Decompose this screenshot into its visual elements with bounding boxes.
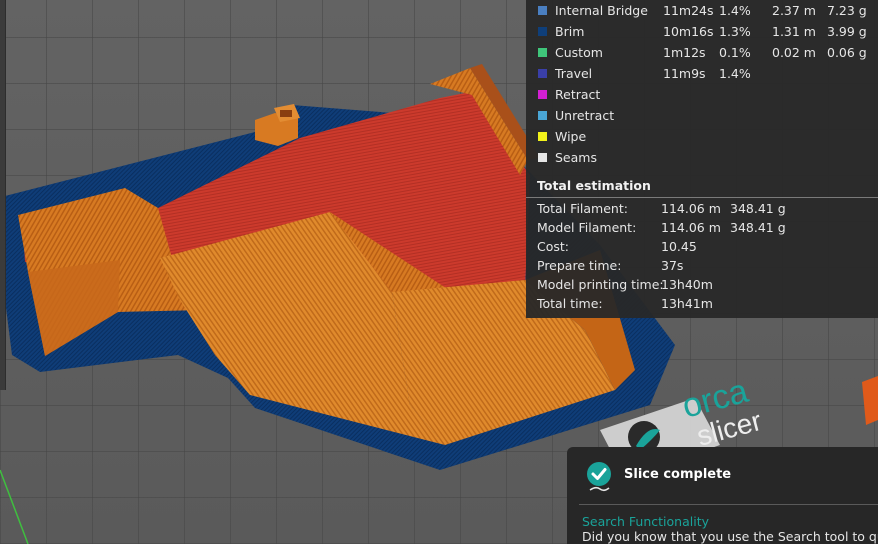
legend-name: Custom: [555, 45, 603, 60]
legend-time: 11m24s: [663, 3, 714, 18]
total-label: Prepare time:: [537, 258, 622, 273]
legend-swatch: [538, 132, 547, 141]
legend-length: 0.02 m: [772, 45, 816, 60]
bed-edge-line: [0, 469, 29, 544]
legend-row: Travel 11m9s 1.4%: [526, 63, 878, 84]
legend-swatch: [538, 27, 547, 36]
total-label: Model Filament:: [537, 220, 637, 235]
divider: [579, 504, 878, 505]
total-label: Cost:: [537, 239, 570, 254]
total-row: Model printing time: 13h40m: [526, 277, 878, 296]
slice-statistics-panel: Internal Bridge 11m24s 1.4% 2.37 m 7.23 g Bri…: [526, 0, 878, 318]
legend-swatch: [538, 90, 547, 99]
slice-complete-notification: Slice complete Search Functionality Did …: [567, 447, 878, 544]
total-estimation-title: Total estimation: [537, 178, 651, 193]
total-label: Model printing time:: [537, 277, 664, 292]
legend-percent: 1.4%: [719, 3, 751, 18]
divider: [526, 197, 878, 198]
total-value: 37s: [661, 258, 684, 273]
legend-row: Wipe: [526, 126, 878, 147]
legend-name: Brim: [555, 24, 585, 39]
total-label: Total time:: [537, 296, 603, 311]
total-value: 114.06 m: [661, 220, 721, 235]
legend-row: Internal Bridge 11m24s 1.4% 2.37 m 7.23 g: [526, 0, 878, 21]
legend-name: Travel: [555, 66, 593, 81]
total-row: Total Filament: 114.06 m 348.41 g: [526, 201, 878, 220]
total-value: 114.06 m: [661, 201, 721, 216]
legend-swatch: [538, 6, 547, 15]
total-row: Total time: 13h41m: [526, 296, 878, 315]
total-label: Total Filament:: [537, 201, 628, 216]
legend-weight: 0.06 g: [827, 45, 867, 60]
total-value: 13h40m: [661, 277, 713, 292]
legend-swatch: [538, 111, 547, 120]
legend-row: Custom 1m12s 0.1% 0.02 m 0.06 g: [526, 42, 878, 63]
total-row: Prepare time: 37s: [526, 258, 878, 277]
total-row: Model Filament: 114.06 m 348.41 g: [526, 220, 878, 239]
total-value: 13h41m: [661, 296, 713, 311]
legend-name: Wipe: [555, 129, 587, 144]
legend-row: Unretract: [526, 105, 878, 126]
legend-swatch: [538, 48, 547, 57]
legend-row: Retract: [526, 84, 878, 105]
legend-row: Brim 10m16s 1.3% 1.31 m 3.99 g: [526, 21, 878, 42]
legend-time: 11m9s: [663, 66, 706, 81]
legend-weight: 7.23 g: [827, 3, 867, 18]
legend-length: 2.37 m: [772, 3, 816, 18]
legend-percent: 0.1%: [719, 45, 751, 60]
chimney: [255, 104, 300, 146]
legend-name: Seams: [555, 150, 597, 165]
legend-name: Retract: [555, 87, 601, 102]
legend-time: 1m12s: [663, 45, 706, 60]
legend-name: Internal Bridge: [555, 3, 648, 18]
total-row: Cost: 10.45: [526, 239, 878, 258]
legend-name: Unretract: [555, 108, 615, 123]
legend-percent: 1.3%: [719, 24, 751, 39]
hint-text: Did you know that you use the Search too…: [582, 529, 878, 544]
plate-logo-fragment: [862, 376, 878, 425]
check-circle-icon: [587, 462, 611, 492]
legend-row: Seams: [526, 147, 878, 168]
legend-time: 10m16s: [663, 24, 714, 39]
total-value: 10.45: [661, 239, 697, 254]
legend-length: 1.31 m: [772, 24, 816, 39]
hint-link[interactable]: Search Functionality: [582, 514, 709, 529]
legend-percent: 1.4%: [719, 66, 751, 81]
legend-weight: 3.99 g: [827, 24, 867, 39]
legend-swatch: [538, 69, 547, 78]
total-value-secondary: 348.41 g: [730, 220, 786, 235]
notification-title: Slice complete: [624, 467, 732, 482]
sidebar-edge: [0, 0, 6, 390]
legend-swatch: [538, 153, 547, 162]
total-value-secondary: 348.41 g: [730, 201, 786, 216]
